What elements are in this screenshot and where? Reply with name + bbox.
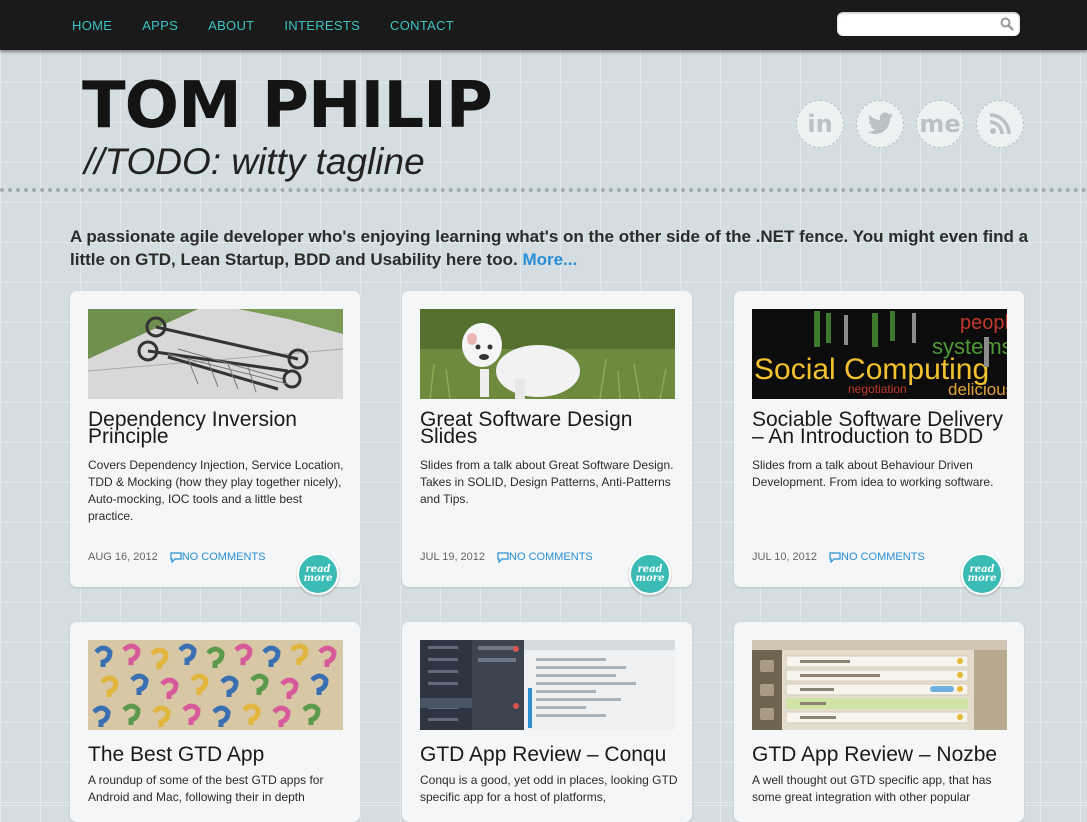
post-date: JUL 19, 2012: [420, 551, 486, 563]
post-card: systems people delicious negotiation Soc…: [734, 291, 1024, 595]
top-navigation-bar: HOME APPS ABOUT INTERESTS CONTACT: [0, 0, 1087, 50]
post-meta: AUG 16, 2012 NO COMMENTS: [88, 551, 265, 563]
word-cloud-word: people: [960, 312, 1007, 334]
linkedin-icon[interactable]: in: [796, 100, 844, 148]
post-title[interactable]: GTD App Review – Nozbe: [752, 744, 1017, 765]
post-excerpt: A well thought out GTD specific app, tha…: [752, 773, 992, 804]
comments-link[interactable]: NO COMMENTS: [497, 551, 593, 563]
post-excerpt: Covers Dependency Injection, Service Loc…: [88, 458, 344, 523]
site-title[interactable]: TOM PHILIP: [82, 72, 493, 140]
post-card: Dependency Inversion Principle Covers De…: [70, 291, 360, 595]
comment-icon: [497, 551, 509, 563]
read-more-button[interactable]: read more: [297, 553, 339, 595]
post-thumbnail[interactable]: systems people delicious negotiation Soc…: [752, 309, 1007, 399]
comment-icon: [170, 551, 182, 563]
main-menu: HOME APPS ABOUT INTERESTS CONTACT: [72, 18, 484, 33]
aboutme-icon[interactable]: me: [916, 100, 964, 148]
post-title[interactable]: Dependency Inversion Principle: [88, 409, 353, 447]
post-thumbnail[interactable]: [88, 309, 343, 399]
post-card: Great Software Design Slides Slides from…: [402, 291, 692, 595]
nav-about[interactable]: ABOUT: [208, 18, 254, 33]
post-date: JUL 10, 2012: [752, 551, 818, 563]
post-title[interactable]: Great Software Design Slides: [420, 409, 685, 447]
aboutme-label: me: [919, 110, 961, 138]
post-excerpt: Slides from a talk about Great Software …: [420, 458, 674, 506]
comments-link[interactable]: NO COMMENTS: [170, 551, 266, 563]
intro-more-link[interactable]: More...: [522, 250, 577, 269]
post-excerpt: Conqu is a good, yet odd in places, look…: [420, 773, 678, 804]
search-input[interactable]: [845, 12, 999, 36]
read-more-button[interactable]: read more: [961, 553, 1003, 595]
comments-label: NO COMMENTS: [509, 551, 593, 563]
post-card: GTD App Review – Nozbe A well thought ou…: [734, 622, 1024, 822]
site-tagline: //TODO: witty tagline: [84, 141, 425, 182]
magnifier-icon[interactable]: [1000, 17, 1014, 36]
nav-interests[interactable]: INTERESTS: [284, 18, 360, 33]
post-card: The Best GTD App A roundup of some of th…: [70, 622, 360, 822]
twitter-icon[interactable]: [856, 100, 904, 148]
linkedin-label: in: [807, 110, 833, 138]
post-title[interactable]: Sociable Software Delivery – An Introduc…: [752, 409, 1017, 447]
comments-label: NO COMMENTS: [181, 551, 266, 563]
comments-label: NO COMMENTS: [841, 551, 925, 563]
post-meta: JUL 10, 2012 NO COMMENTS: [752, 551, 925, 563]
post-excerpt: A roundup of some of the best GTD apps f…: [88, 773, 324, 804]
post-thumbnail[interactable]: [420, 640, 675, 730]
nav-contact[interactable]: CONTACT: [390, 18, 454, 33]
search-box: [837, 12, 1020, 36]
read-more-button[interactable]: read more: [629, 553, 671, 595]
rss-icon[interactable]: [976, 100, 1024, 148]
post-card: GTD App Review – Conqu Conqu is a good, …: [402, 622, 692, 822]
nav-home[interactable]: HOME: [72, 18, 112, 33]
post-title[interactable]: The Best GTD App: [88, 744, 353, 765]
post-thumbnail[interactable]: [420, 309, 675, 399]
word-cloud-word: Social Computing: [754, 353, 989, 386]
intro-text: A passionate agile developer who's enjoy…: [70, 225, 1030, 271]
comment-icon: [829, 551, 841, 563]
post-excerpt: Slides from a talk about Behaviour Drive…: [752, 458, 994, 489]
post-meta: JUL 19, 2012 NO COMMENTS: [420, 551, 593, 563]
post-thumbnail[interactable]: [752, 640, 1007, 730]
post-thumbnail[interactable]: [88, 640, 343, 730]
social-links: in me: [796, 100, 1024, 148]
comments-link[interactable]: NO COMMENTS: [829, 551, 925, 563]
header-divider: [0, 188, 1087, 192]
post-date: AUG 16, 2012: [88, 551, 158, 563]
nav-apps[interactable]: APPS: [142, 18, 178, 33]
post-title[interactable]: GTD App Review – Conqu: [420, 744, 685, 765]
